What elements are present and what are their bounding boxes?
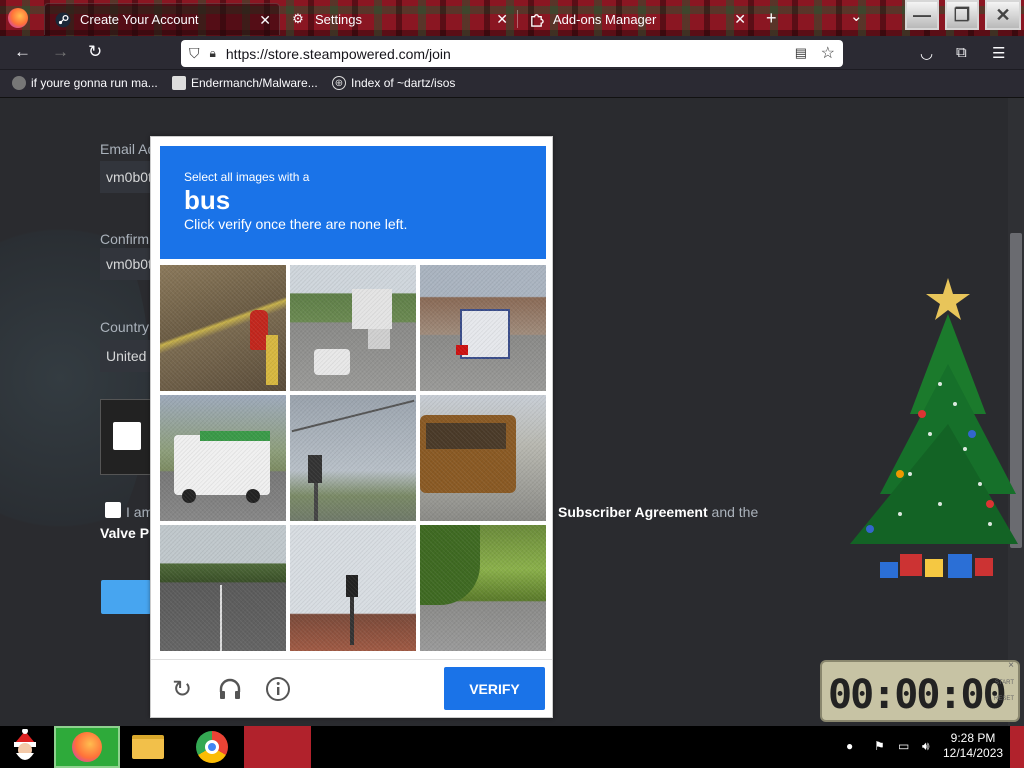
close-tab-icon[interactable]: ✕ <box>259 12 271 29</box>
menu-hamburger-icon[interactable]: ☰ <box>992 44 1005 62</box>
bookmarks-toolbar: if youre gonna run ma... Endermanch/Malw… <box>0 70 1024 98</box>
bookmark-favicon-icon <box>12 76 26 90</box>
captcha-target-word: bus <box>184 185 231 215</box>
captcha-footer-divider <box>151 659 552 660</box>
captcha-subinstruction: Click verify once there are none left. <box>184 216 408 232</box>
github-icon <box>172 76 186 90</box>
forward-arrow-icon[interactable]: → <box>52 42 69 62</box>
puzzle-icon <box>528 11 544 27</box>
taskbar-chrome-icon[interactable] <box>190 726 234 768</box>
taskbar-date: 12/14/2023 <box>943 746 1004 760</box>
globe-icon: ⊕ <box>332 76 346 90</box>
close-window-button[interactable]: ✕ <box>985 0 1021 30</box>
captcha-tile-highway[interactable] <box>160 525 286 651</box>
tab-bar: Create Your Account ✕ ⚙ Settings ✕ Add-o… <box>0 0 1024 36</box>
captcha-tile-hydrant[interactable] <box>160 265 286 391</box>
captcha-tile-bus-street[interactable] <box>420 265 546 391</box>
subscriber-agreement-link[interactable]: Subscriber Agreement <box>558 504 708 520</box>
agree-text-right: Subscriber Agreement and the <box>558 504 758 520</box>
audio-challenge-headphones-icon[interactable] <box>216 675 244 703</box>
captcha-tile-tree-street[interactable] <box>420 525 546 651</box>
country-label: Country <box>100 319 150 335</box>
url-text[interactable]: https://store.steampowered.com/join <box>226 46 451 62</box>
tray-volume-icon[interactable]: 🔊︎ <box>922 739 930 754</box>
navigation-toolbar: ← → ↻ ⛉ 🔒︎ https://store.steampowered.co… <box>0 36 1024 70</box>
extensions-icon[interactable]: ⧉ <box>956 44 967 61</box>
agree-text-suffix: and the <box>707 504 759 520</box>
pocket-icon[interactable]: ◡ <box>920 44 933 62</box>
stopwatch-widget: 00:00:00 START RESET × <box>820 660 1020 722</box>
bookmark-label: Index of ~dartz/isos <box>351 76 456 90</box>
reader-view-icon[interactable]: ▤ <box>795 45 807 61</box>
taskbar-time: 9:28 PM <box>950 731 996 745</box>
captcha-checkbox[interactable] <box>113 422 141 450</box>
bookmark-item[interactable]: ⊕ Index of ~dartz/isos <box>332 76 455 90</box>
steam-icon <box>55 12 71 28</box>
captcha-tile-school-bus[interactable] <box>420 395 546 521</box>
tab-label: Settings <box>315 11 362 27</box>
minimize-button[interactable]: — <box>905 0 939 30</box>
bookmark-star-icon[interactable]: ☆ <box>821 43 835 63</box>
taskbar-clock[interactable]: 9:28 PM 12/14/2023 <box>943 731 1003 761</box>
christmas-tree-decoration <box>850 278 1018 578</box>
tree-presents <box>880 554 993 578</box>
tree-star <box>926 278 970 320</box>
confirm-email-label: Confirm <box>100 231 150 247</box>
bookmark-item[interactable]: if youre gonna run ma... <box>12 76 158 90</box>
verify-button[interactable]: VERIFY <box>444 667 545 710</box>
gear-icon: ⚙ <box>292 11 304 26</box>
taskbar-tartan-app[interactable] <box>244 726 311 768</box>
start-button-santa-icon[interactable] <box>0 726 50 768</box>
captcha-tile-traffic-signal[interactable] <box>290 525 416 651</box>
tab-addons-manager[interactable]: Add-ons Manager ✕ <box>518 3 754 35</box>
show-desktop-button[interactable] <box>1010 726 1024 768</box>
stopwatch-digits: 00:00:00 <box>828 672 1007 718</box>
captcha-challenge-dialog: Select all images with a bus Click verif… <box>150 136 553 718</box>
agree-checkbox[interactable] <box>105 502 121 518</box>
bookmark-label: Endermanch/Malware... <box>191 76 318 90</box>
taskbar-firefox-icon[interactable] <box>54 726 120 768</box>
reload-challenge-icon[interactable]: ↻ <box>168 675 196 703</box>
tray-flag-icon[interactable]: ⚑ <box>874 739 885 753</box>
stopwatch-close-button[interactable]: × <box>1008 660 1014 671</box>
shield-icon[interactable]: ⛉ <box>189 45 200 62</box>
bookmark-label: if youre gonna run ma... <box>31 76 158 90</box>
taskbar: ● ⚑ ▭ 🔊︎ 9:28 PM 12/14/2023 <box>0 726 1024 768</box>
bookmark-item[interactable]: Endermanch/Malware... <box>172 76 318 90</box>
captcha-instruction: Select all images with a <box>184 170 310 184</box>
captcha-tile-shuttle-bus[interactable] <box>160 395 286 521</box>
reload-icon[interactable]: ↻ <box>88 42 102 62</box>
captcha-tile-road-car[interactable] <box>290 265 416 391</box>
captcha-tile-traffic-light[interactable] <box>290 395 416 521</box>
close-tab-icon[interactable]: ✕ <box>734 11 746 28</box>
email-label: Email Ad <box>100 141 156 157</box>
tab-label: Add-ons Manager <box>553 11 657 27</box>
captcha-header: Select all images with a bus Click verif… <box>160 146 546 259</box>
address-bar[interactable]: ⛉ 🔒︎ https://store.steampowered.com/join… <box>181 40 843 67</box>
stopwatch-reset-button[interactable]: RESET <box>994 696 1014 702</box>
close-tab-icon[interactable]: ✕ <box>496 11 508 28</box>
new-tab-button[interactable]: + <box>766 8 777 29</box>
back-arrow-icon[interactable]: ← <box>14 42 31 62</box>
taskbar-file-explorer-icon[interactable] <box>128 726 168 768</box>
tab-create-account[interactable]: Create Your Account ✕ <box>44 3 280 35</box>
tab-settings[interactable]: ⚙ Settings ✕ <box>280 3 516 35</box>
stopwatch-start-button[interactable]: START <box>995 680 1014 686</box>
tray-dot-icon[interactable]: ● <box>846 739 853 753</box>
continue-button[interactable] <box>101 580 151 614</box>
tray-power-icon[interactable]: ▭ <box>898 739 909 753</box>
lock-icon[interactable]: 🔒︎ <box>210 46 216 61</box>
info-icon[interactable] <box>264 675 292 703</box>
list-all-tabs-chevron-icon[interactable]: ⌄ <box>850 7 863 25</box>
restore-button[interactable]: ❐ <box>945 0 979 30</box>
captcha-image-grid <box>160 265 546 651</box>
firefox-menu-icon[interactable] <box>8 8 28 28</box>
tab-label: Create Your Account <box>80 12 199 27</box>
